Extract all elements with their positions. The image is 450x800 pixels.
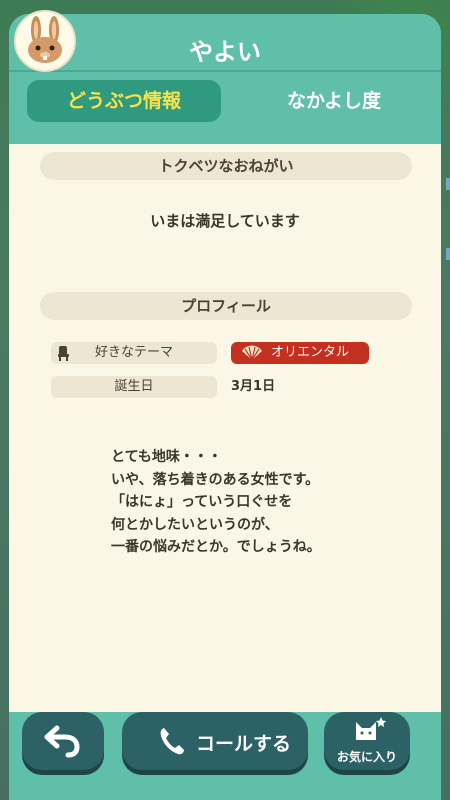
favorite-button[interactable]: お気に入り (324, 712, 410, 770)
background-edge-marker (446, 248, 450, 260)
back-arrow-icon (44, 725, 80, 758)
profile-heading: プロフィール (40, 292, 412, 320)
special-request-text: いまは満足しています (150, 212, 300, 230)
call-button[interactable]: コールする (122, 712, 308, 770)
bio-line: 「はにょ」っていう口ぐせを (111, 494, 293, 510)
birthday-label: 誕生日 (51, 376, 217, 398)
favorite-button-label: お気に入り (336, 750, 397, 764)
bio-line: 何とかしたいというのが、 (111, 516, 279, 533)
bio-line: いや、落ち着きのある女性です。 (111, 471, 320, 488)
cat-star-icon (356, 717, 386, 740)
phone-icon (160, 728, 184, 755)
rabbit-villager-avatar (28, 16, 62, 63)
tab-friendship[interactable]: なかよし度 (239, 80, 429, 122)
header-divider (9, 70, 441, 72)
favorite-theme-value: オリエンタル (271, 345, 350, 360)
birthday-value: 3月1日 (231, 379, 276, 394)
favorite-theme-label-box: 好きなテーマ (51, 342, 217, 364)
villager-bio: とても地味・・・ いや、落ち着きのある女性です。 「はにょ」っていう口ぐせを 何… (111, 446, 411, 559)
tab-villager-info[interactable]: どうぶつ情報 (27, 80, 221, 122)
chair-icon (58, 346, 69, 361)
call-button-label: コールする (196, 733, 292, 755)
bio-line: 一番の悩みだとか。でしょうね。 (111, 539, 321, 555)
favorite-theme-badge: オリエンタル (231, 342, 369, 364)
back-button[interactable] (22, 712, 104, 770)
special-request-heading: トクベツなおねがい (40, 152, 412, 180)
favorite-theme-label: 好きなテーマ (94, 345, 173, 360)
bio-line: とても地味・・・ (111, 449, 222, 465)
villager-avatar (14, 10, 76, 72)
fan-icon (242, 345, 262, 361)
background-edge-marker (446, 178, 450, 190)
villager-card: やよい どうぶつ情報 なかよし度 トクベツなおねがい いまは満足しています プロ… (9, 14, 441, 800)
